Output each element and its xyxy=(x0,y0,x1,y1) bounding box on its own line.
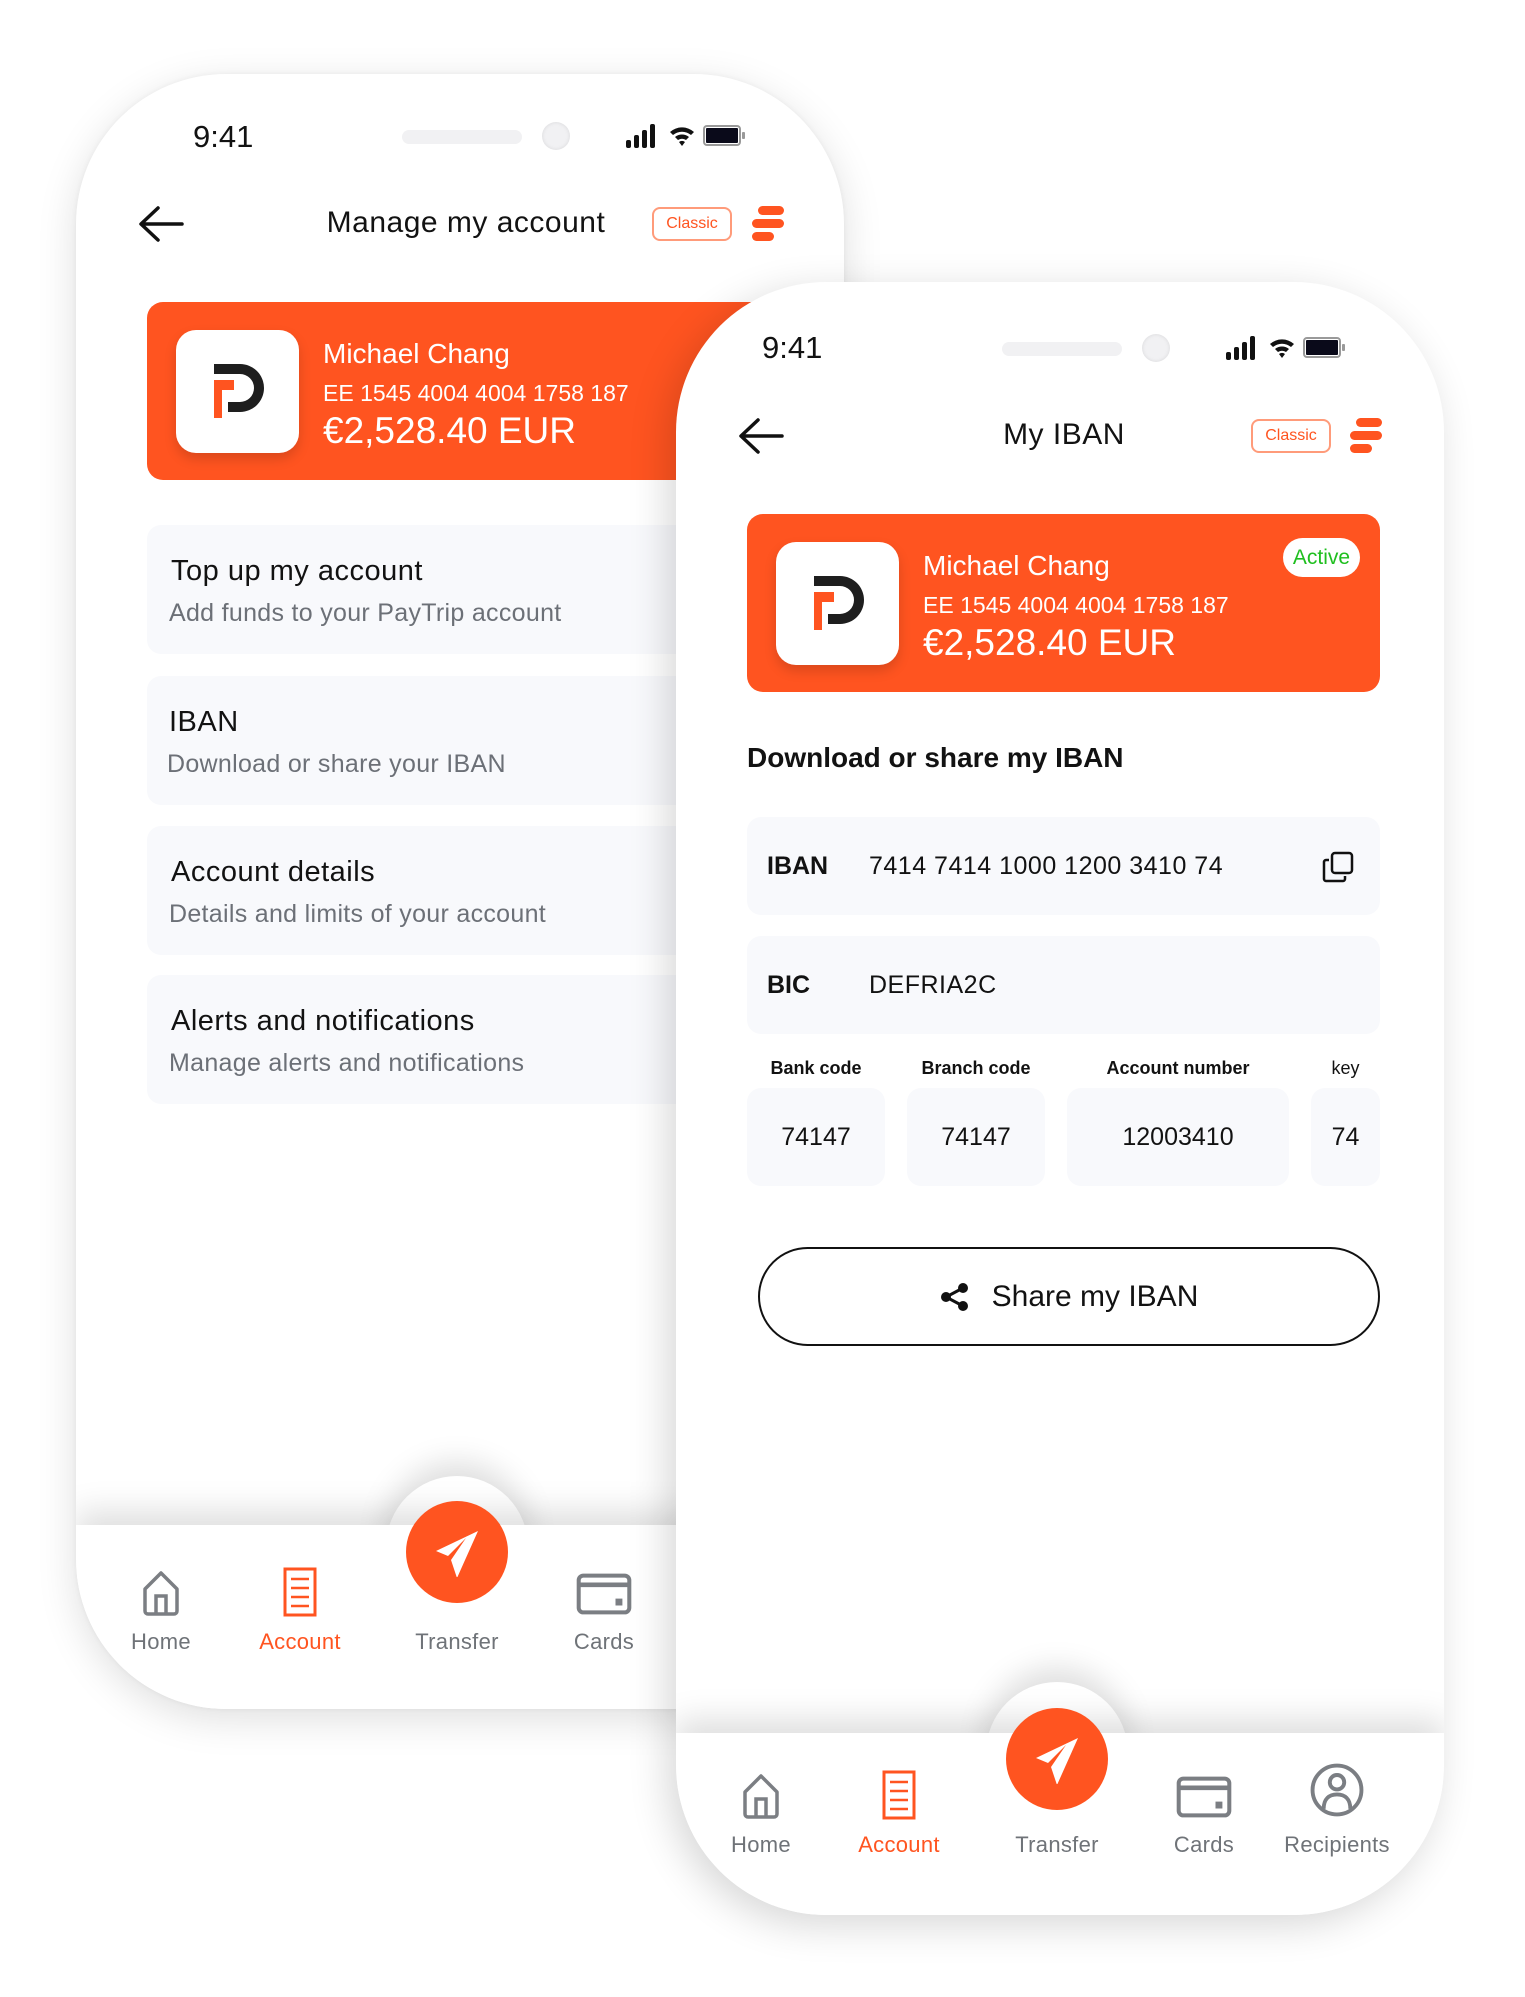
item-subtitle: Manage alerts and notifications xyxy=(169,1049,525,1077)
card-account-number: EE 1545 4004 4004 1758 187 xyxy=(923,592,1229,618)
iban-row: IBAN 7414 7414 1000 1200 3410 74 xyxy=(747,817,1380,915)
nav-label: Home xyxy=(131,1629,191,1654)
nav-label: Account xyxy=(259,1629,341,1654)
card-holder-name: Michael Chang xyxy=(323,338,510,369)
item-title: Top up my account xyxy=(171,555,423,587)
nav-label: Home xyxy=(731,1832,791,1857)
iban-value: 7414 7414 1000 1200 3410 74 xyxy=(869,852,1224,880)
section-title: Download or share my IBAN xyxy=(747,742,1124,773)
nav-transfer[interactable]: Transfer xyxy=(392,1559,522,1655)
status-time: 9:41 xyxy=(762,330,823,365)
status-icons xyxy=(1226,334,1356,362)
branch-code-label: Branch code xyxy=(921,1058,1031,1078)
nav-home[interactable]: Home xyxy=(696,1762,826,1858)
speaker xyxy=(1002,342,1122,356)
nav-label: Transfer xyxy=(1015,1832,1099,1857)
nav-account[interactable]: Account xyxy=(235,1559,365,1655)
account-number-value: 12003410 xyxy=(1067,1088,1289,1186)
nav-label: Cards xyxy=(1173,1832,1235,1857)
share-iban-button[interactable]: Share my IBAN xyxy=(758,1247,1380,1346)
status-icons xyxy=(626,122,756,150)
card-icon xyxy=(575,1571,633,1617)
account-number-label: Account number xyxy=(1106,1058,1250,1078)
home-icon xyxy=(141,1569,181,1617)
nav-cards[interactable]: Cards xyxy=(1139,1762,1269,1858)
nav-label: Transfer xyxy=(415,1629,499,1654)
user-circle-icon xyxy=(1309,1760,1365,1820)
card-balance: €2,528.40 EUR xyxy=(923,622,1177,663)
share-icon xyxy=(940,1282,970,1312)
card-account-number: EE 1545 4004 4004 1758 187 xyxy=(323,380,629,406)
bic-value: DEFRIA2C xyxy=(869,971,997,999)
camera xyxy=(542,122,570,150)
share-label: Share my IBAN xyxy=(991,1279,1199,1313)
bic-row: BIC DEFRIA2C xyxy=(747,936,1380,1034)
status-time: 9:41 xyxy=(193,119,254,154)
item-subtitle: Add funds to your PayTrip account xyxy=(169,599,562,627)
item-title: IBAN xyxy=(169,706,239,738)
branch-code-value: 74147 xyxy=(907,1088,1045,1186)
key-value: 74 xyxy=(1311,1088,1380,1186)
key-label: key xyxy=(1331,1058,1360,1078)
card-holder-name: Michael Chang xyxy=(923,550,1110,581)
plan-badge: Classic xyxy=(652,207,732,241)
document-icon xyxy=(882,1770,916,1820)
paytrip-logo xyxy=(776,542,899,665)
phone-my-iban: 9:41 My IBAN Classic Michael Chang EE 15… xyxy=(676,282,1444,1915)
item-title: Account details xyxy=(171,856,376,888)
account-card: Michael Chang EE 1545 4004 4004 1758 187… xyxy=(747,514,1380,692)
plan-badge: Classic xyxy=(1251,419,1331,453)
copy-icon[interactable] xyxy=(1322,851,1354,883)
iban-label: IBAN xyxy=(767,852,829,880)
home-icon xyxy=(741,1772,781,1820)
nav-label: Account xyxy=(858,1832,940,1857)
nav-home[interactable]: Home xyxy=(96,1559,226,1655)
camera xyxy=(1142,334,1170,362)
nav-transfer[interactable]: Transfer xyxy=(992,1762,1122,1858)
status-badge: Active xyxy=(1283,538,1360,577)
nav-recipients[interactable]: Recipients xyxy=(1272,1762,1402,1858)
paytrip-logo xyxy=(176,330,299,453)
bic-label: BIC xyxy=(767,971,811,999)
nav-account[interactable]: Account xyxy=(834,1762,964,1858)
nav-cards[interactable]: Cards xyxy=(539,1559,669,1655)
item-subtitle: Download or share your IBAN xyxy=(167,750,506,778)
item-title: Alerts and notifications xyxy=(171,1005,475,1037)
card-icon xyxy=(1175,1774,1233,1820)
speaker xyxy=(402,130,522,144)
nav-label: Recipients xyxy=(1284,1832,1390,1857)
bank-code-value: 74147 xyxy=(747,1088,885,1186)
menu-icon[interactable] xyxy=(752,206,784,242)
card-balance: €2,528.40 EUR xyxy=(323,410,577,451)
document-icon xyxy=(283,1567,317,1617)
menu-icon[interactable] xyxy=(1350,418,1382,454)
item-subtitle: Details and limits of your account xyxy=(169,900,547,928)
nav-label: Cards xyxy=(573,1629,635,1654)
bank-code-label: Bank code xyxy=(770,1058,862,1078)
